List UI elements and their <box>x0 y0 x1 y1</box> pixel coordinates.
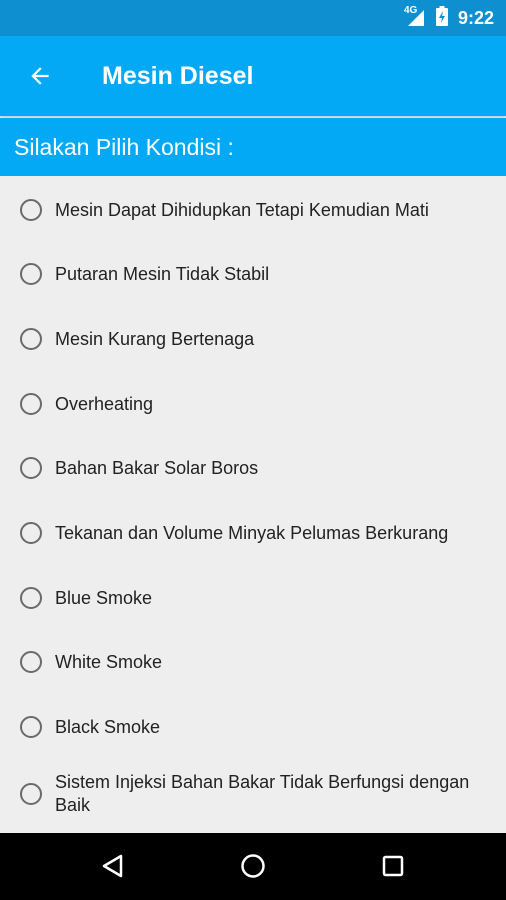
square-recents-icon <box>382 855 404 877</box>
triangle-back-icon <box>102 854 123 878</box>
option-row[interactable]: Mesin Dapat Dihidupkan Tetapi Kemudian M… <box>0 190 506 230</box>
page-title: Mesin Diesel <box>102 61 254 90</box>
option-row[interactable]: Putaran Mesin Tidak Stabil <box>0 254 506 294</box>
radio-button[interactable] <box>20 457 42 479</box>
back-button[interactable] <box>12 48 68 104</box>
option-row[interactable]: Overheating <box>0 384 506 424</box>
option-row[interactable]: Black Smoke <box>0 707 506 747</box>
option-row[interactable]: White Smoke <box>0 642 506 682</box>
radio-button[interactable] <box>20 716 42 738</box>
radio-button[interactable] <box>20 783 42 805</box>
screen: 4G 9:22 Mesin Diesel Silakan Pilih Kondi… <box>0 0 506 900</box>
nav-back-button[interactable] <box>91 844 135 888</box>
option-label: Sistem Injeksi Bahan Bakar Tidak Berfung… <box>55 772 470 815</box>
option-row[interactable]: Tekanan dan Volume Minyak Pelumas Berkur… <box>0 513 506 553</box>
radio-button[interactable] <box>20 328 42 350</box>
option-row[interactable]: Bahan Bakar Solar Boros <box>0 448 506 488</box>
option-label: Overheating <box>55 393 154 414</box>
option-row[interactable]: Mesin Kurang Bertenaga <box>0 319 506 359</box>
condition-options-list: Mesin Dapat Dihidupkan Tetapi Kemudian M… <box>0 178 506 833</box>
nav-home-button[interactable] <box>231 844 275 888</box>
navigation-bar <box>0 833 506 900</box>
battery-charging-icon <box>435 5 448 31</box>
circle-home-icon <box>241 854 265 878</box>
radio-button[interactable] <box>20 587 42 609</box>
condition-prompt: Silakan Pilih Kondisi : <box>0 118 506 176</box>
radio-button[interactable] <box>20 393 42 415</box>
option-label: White Smoke <box>55 651 163 672</box>
nav-recents-button[interactable] <box>371 844 415 888</box>
arrow-back-icon <box>31 67 49 85</box>
option-label: Mesin Dapat Dihidupkan Tetapi Kemudian M… <box>55 199 429 220</box>
status-bar: 4G 9:22 <box>0 0 506 36</box>
option-row[interactable]: Sistem Injeksi Bahan Bakar Tidak Berfung… <box>0 769 506 819</box>
option-label: Bahan Bakar Solar Boros <box>55 457 259 478</box>
status-time: 9:22 <box>457 7 494 28</box>
app-bar: Mesin Diesel <box>0 36 506 116</box>
option-label: Mesin Kurang Bertenaga <box>55 328 255 349</box>
option-label: Blue Smoke <box>55 587 153 608</box>
option-label: Putaran Mesin Tidak Stabil <box>55 263 270 284</box>
radio-button[interactable] <box>20 199 42 221</box>
radio-button[interactable] <box>20 522 42 544</box>
network-type-label: 4G <box>403 5 418 16</box>
option-label: Black Smoke <box>55 716 161 737</box>
option-row[interactable]: Blue Smoke <box>0 578 506 618</box>
option-label: Tekanan dan Volume Minyak Pelumas Berkur… <box>55 522 449 543</box>
radio-button[interactable] <box>20 651 42 673</box>
signal-icon: 4G <box>404 5 426 27</box>
radio-button[interactable] <box>20 263 42 285</box>
